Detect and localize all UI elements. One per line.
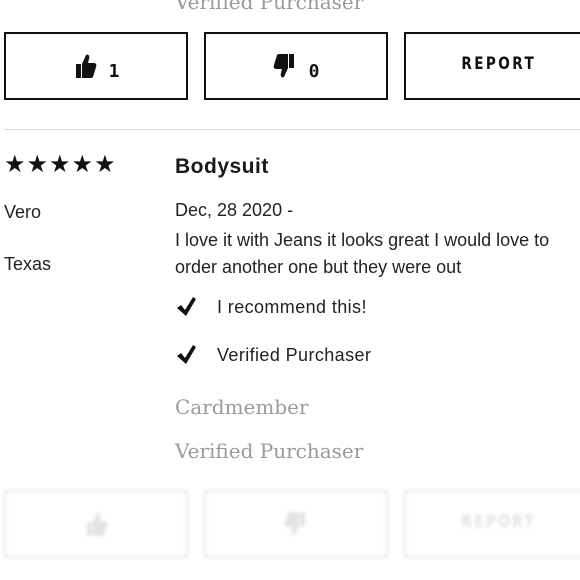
previous-review-helpful-controls: 1 0 REPORT — [4, 32, 580, 104]
verified-label: Verified Purchaser — [217, 344, 372, 365]
review-helpful-controls-faded: REPORT — [4, 490, 580, 562]
recommend-label: I recommend this! — [217, 296, 367, 317]
thumbs-up-count: 1 — [108, 60, 120, 82]
check-icon — [175, 296, 197, 318]
cardmember-badge: Cardmember — [175, 395, 309, 419]
thumbs-up-icon — [73, 53, 97, 79]
report-button[interactable]: REPORT — [404, 32, 580, 100]
previous-review-verified-badge: Verified Purchaser — [175, 0, 364, 14]
report-button[interactable]: REPORT — [404, 490, 580, 558]
review-title: Bodysuit — [175, 155, 269, 178]
review-divider — [4, 129, 580, 130]
thumbs-up-button[interactable] — [4, 490, 188, 558]
thumbs-down-icon — [273, 53, 297, 79]
thumbs-up-button[interactable]: 1 — [4, 32, 188, 100]
review-date: Dec, 28 2020 - — [175, 200, 294, 220]
thumbs-down-icon — [284, 511, 308, 537]
reviewer-location: Texas — [4, 254, 52, 274]
verified-line: Verified Purchaser — [175, 344, 371, 366]
recommend-line: I recommend this! — [175, 296, 367, 318]
thumbs-up-icon — [84, 511, 108, 537]
star-rating: ★★★★★ — [4, 150, 117, 178]
thumbs-down-button[interactable] — [204, 490, 388, 558]
reviewer-name: Vero — [4, 202, 42, 222]
thumbs-down-button[interactable]: 0 — [204, 32, 388, 100]
report-label: REPORT — [461, 54, 537, 74]
thumbs-down-count: 0 — [308, 60, 320, 82]
review-body: I love it with Jeans it looks great I wo… — [175, 230, 550, 277]
check-icon — [175, 344, 197, 366]
verified-purchaser-badge: Verified Purchaser — [175, 439, 364, 463]
report-label: REPORT — [461, 512, 537, 532]
